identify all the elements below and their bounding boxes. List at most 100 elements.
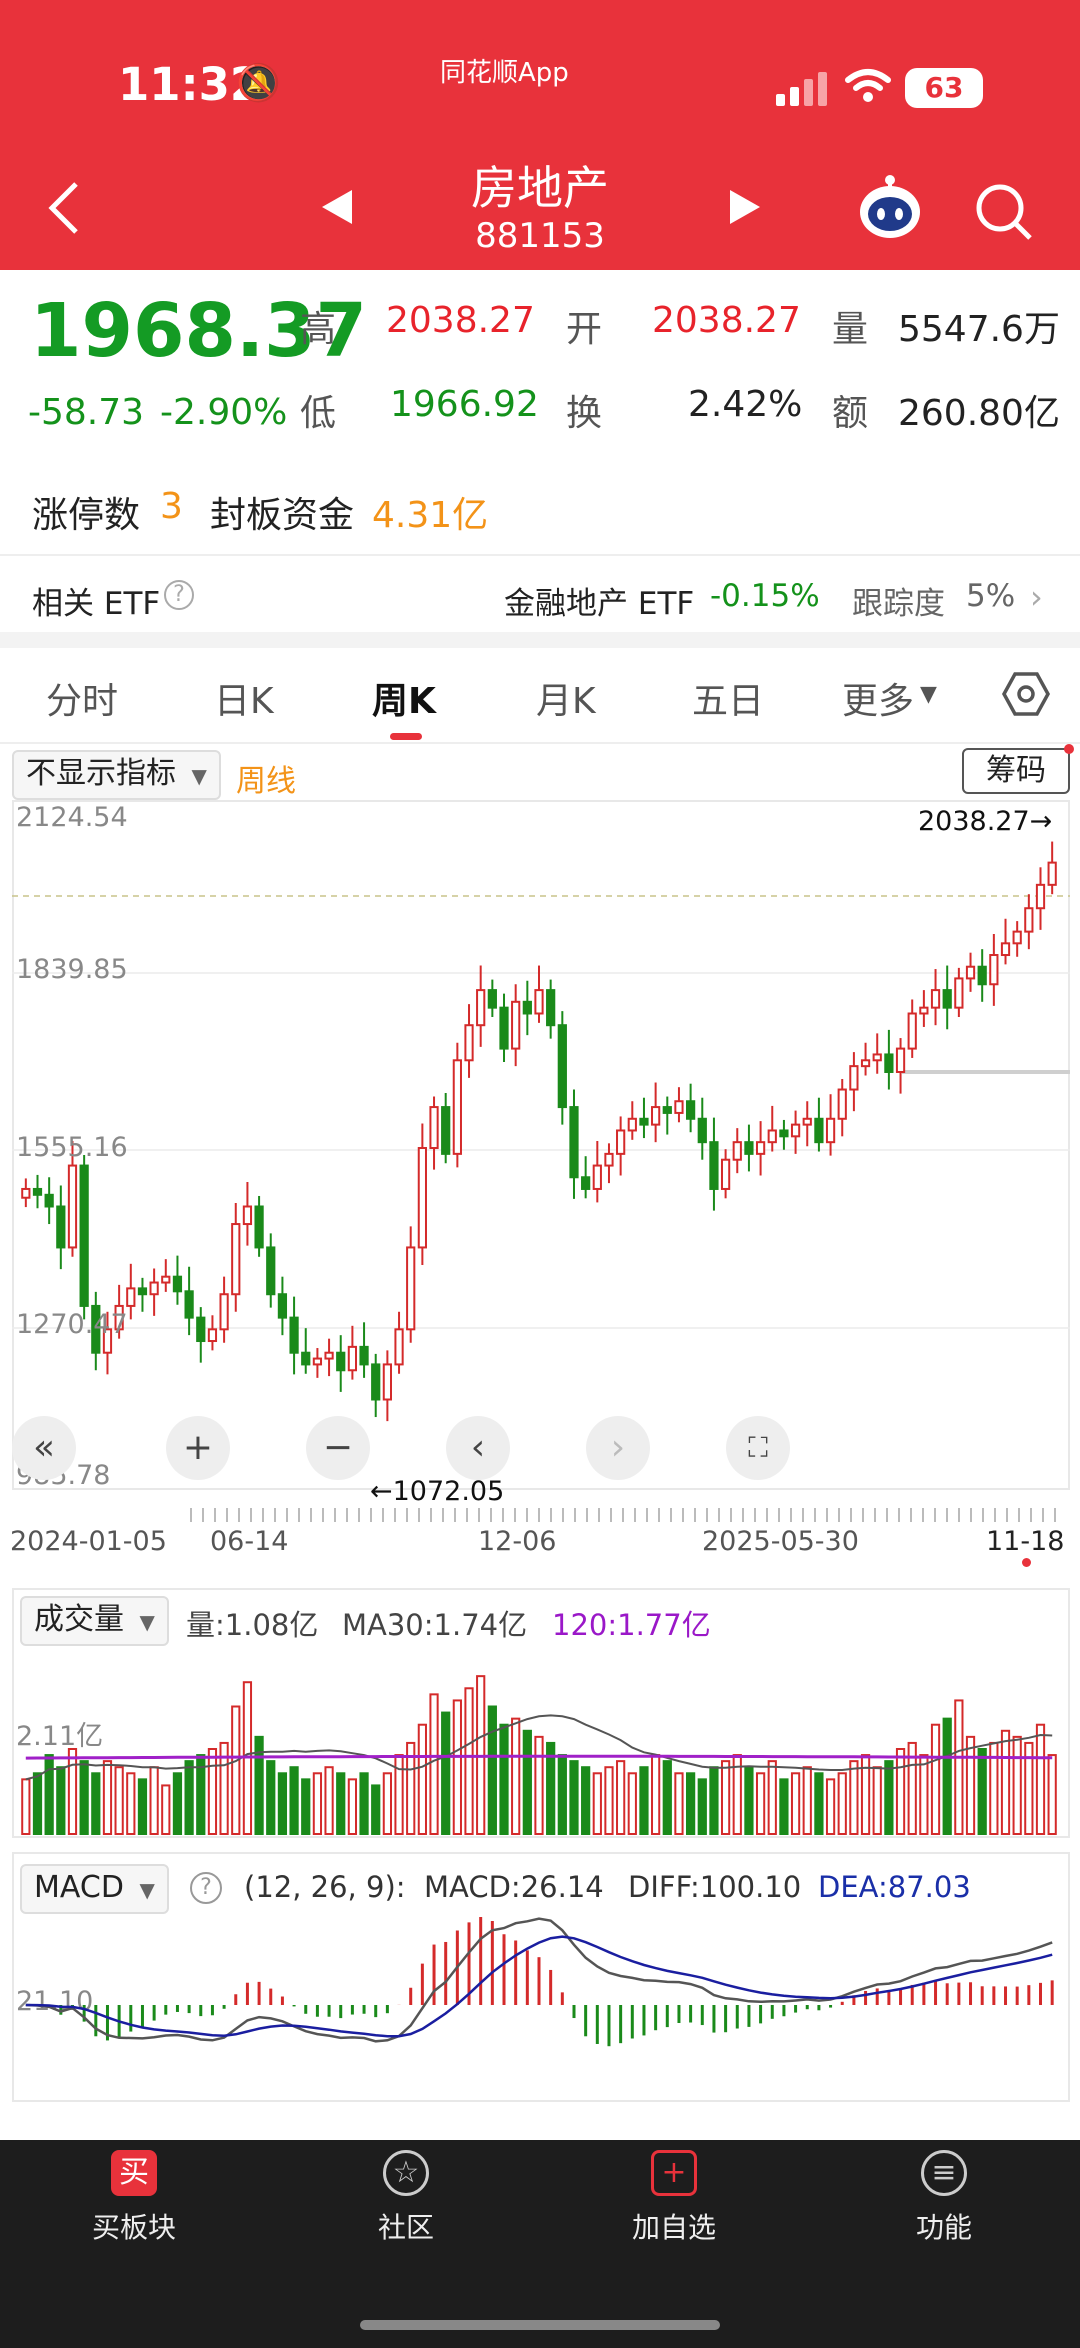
settings-hexagon-icon[interactable]	[1002, 670, 1050, 718]
fullscreen-button[interactable]: ⛶	[726, 1416, 790, 1480]
volume-bar	[662, 1760, 672, 1835]
candle-body	[732, 1141, 742, 1161]
dea-value: DEA:87.03	[818, 1870, 971, 1904]
buy-sector-button[interactable]: 买 买板块	[34, 2150, 234, 2246]
tab-daily[interactable]: 日K	[214, 672, 274, 724]
robot-assistant-icon[interactable]	[856, 172, 924, 242]
x-tick-label: 2025-05-30	[702, 1526, 859, 1557]
related-etf-label[interactable]: 相关 ETF	[32, 578, 160, 623]
volume-bar	[639, 1766, 649, 1835]
volume-bar	[767, 1760, 777, 1835]
turnover-label: 换	[566, 393, 603, 434]
functions-button[interactable]: ≡ 功能	[844, 2150, 1044, 2246]
volume-bar	[266, 1760, 276, 1835]
turnover-value: 2.42%	[688, 384, 803, 425]
volume-bar	[324, 1766, 334, 1835]
x-tick-label: 06-14	[210, 1526, 289, 1557]
volume-bar	[592, 1772, 602, 1836]
etf-name[interactable]: 金融地产 ETF	[504, 578, 694, 623]
macd-params: (12, 26, 9):	[244, 1870, 406, 1904]
candle-body	[779, 1129, 789, 1138]
candle-body	[1047, 861, 1057, 886]
volume-bar	[347, 1778, 358, 1836]
chips-button[interactable]: 筹码	[962, 748, 1070, 794]
x-tick-label: 12-06	[478, 1526, 557, 1557]
volume-bar	[277, 1772, 288, 1836]
scroll-left-button[interactable]: ‹	[446, 1416, 510, 1480]
macd-help-icon[interactable]: ?	[190, 1872, 222, 1904]
volume-bar	[581, 1766, 591, 1835]
add-watchlist-button[interactable]: + 加自选	[574, 2150, 774, 2246]
limit-up-count-value: 3	[160, 486, 183, 527]
candle-body	[627, 1117, 637, 1132]
volume-bar	[790, 1772, 801, 1836]
community-button[interactable]: ☆ 社区	[306, 2150, 506, 2246]
tab-five-day[interactable]: 五日	[692, 672, 764, 724]
dropdown-arrow-icon: ▼	[191, 764, 207, 788]
volume-bar	[872, 1766, 882, 1835]
volume-bar	[942, 1717, 952, 1835]
tab-more[interactable]: 更多	[842, 672, 914, 724]
volume-bar	[709, 1766, 719, 1835]
volume-bar	[359, 1772, 369, 1836]
community-icon: ☆	[383, 2150, 429, 2196]
macd-indicator-select[interactable]: MACD ▼	[20, 1864, 169, 1914]
candle-body	[686, 1100, 696, 1120]
divider	[0, 742, 1080, 744]
period-label: 周线	[236, 764, 296, 799]
candle-body	[487, 989, 497, 1009]
community-label: 社区	[377, 2211, 434, 2244]
candlestick-series	[21, 841, 1057, 1422]
candle-body	[184, 1290, 194, 1319]
candle-body	[371, 1363, 381, 1401]
tracking-value: 5%	[966, 578, 1016, 614]
zoom-out-button[interactable]: −	[306, 1416, 370, 1480]
volume-indicator-select[interactable]: 成交量 ▼	[20, 1596, 169, 1646]
dropdown-arrow-icon[interactable]: ▼	[920, 682, 937, 707]
candle-body	[1024, 907, 1034, 933]
buy-sector-label: 买板块	[91, 2211, 176, 2244]
chevron-right-icon[interactable]: ›	[1030, 578, 1043, 616]
volume-bar	[184, 1760, 194, 1835]
candle-body	[557, 1024, 567, 1109]
candle-body	[231, 1223, 241, 1296]
tab-intraday[interactable]: 分时	[46, 672, 118, 724]
volume-bar	[499, 1723, 509, 1835]
next-stock-icon[interactable]	[728, 188, 762, 226]
dropdown-arrow-icon: ▼	[139, 1878, 155, 1902]
volume-bar	[755, 1772, 766, 1836]
rewind-button[interactable]: «	[12, 1416, 76, 1480]
candle-body	[301, 1351, 311, 1366]
volume-bar	[441, 1711, 451, 1835]
candle-body	[67, 1164, 78, 1249]
help-icon[interactable]: ?	[164, 580, 194, 610]
kline-chart[interactable]	[12, 800, 1070, 1490]
volume-bar	[312, 1772, 323, 1836]
candle-body	[522, 1000, 532, 1015]
tab-monthly[interactable]: 月K	[536, 672, 596, 724]
candle-body	[324, 1351, 334, 1360]
candle-body	[989, 954, 999, 986]
zoom-in-button[interactable]: +	[166, 1416, 230, 1480]
volume-bar	[161, 1784, 171, 1836]
menu-icon: ≡	[921, 2150, 967, 2196]
volume-bar	[417, 1723, 427, 1835]
volume-bar	[616, 1760, 626, 1835]
indicator-select[interactable]: 不显示指标 ▼	[12, 750, 221, 800]
candle-body	[569, 1106, 579, 1179]
candle-body	[767, 1129, 777, 1144]
volume-bar	[464, 1687, 474, 1835]
candle-body	[674, 1100, 684, 1114]
etf-change: -0.15%	[710, 578, 820, 614]
scroll-right-button[interactable]: ›	[586, 1416, 650, 1480]
volume-bar	[1035, 1723, 1046, 1835]
candle-body	[289, 1316, 299, 1354]
candle-body	[219, 1293, 229, 1331]
volume-ma120: 120:1.77亿	[552, 1608, 711, 1642]
tab-weekly[interactable]: 周K	[372, 672, 436, 724]
search-icon[interactable]	[974, 182, 1034, 242]
macd-indicator-label: MACD	[34, 1870, 124, 1905]
volume-bar	[371, 1784, 381, 1836]
volume-bar	[569, 1760, 579, 1835]
volume-indicator-label: 成交量	[34, 1602, 124, 1637]
